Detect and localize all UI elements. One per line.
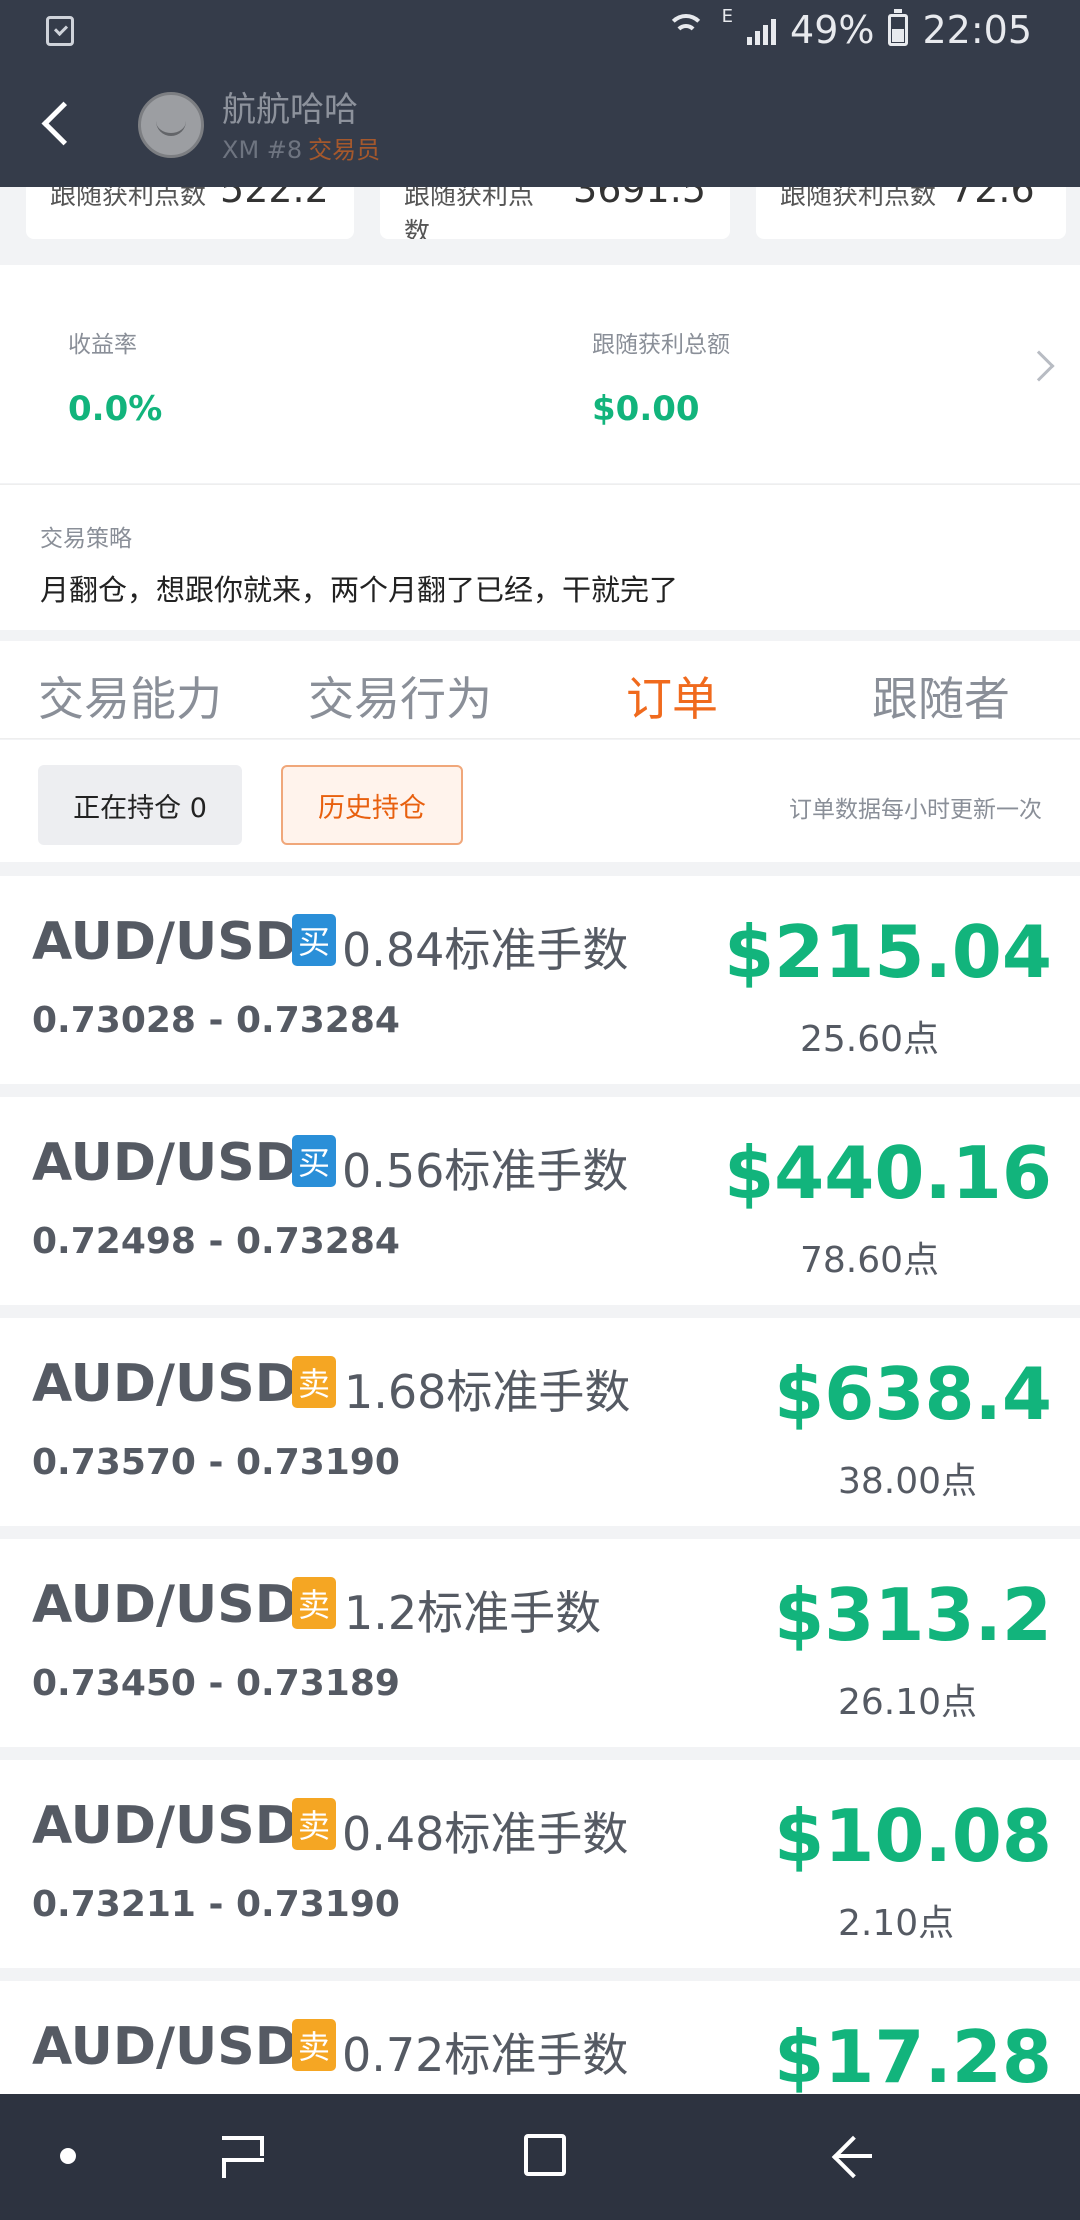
order-lots: 0.72标准手数 [342,2028,629,2082]
stat-value: 72.6 [950,187,1035,211]
order-lots: 0.84标准手数 [342,923,629,977]
buy-badge: 买 [292,914,336,966]
order-profit: $215.04 [724,910,1052,994]
recent-apps-icon[interactable] [222,2136,266,2178]
sell-badge: 卖 [292,2019,336,2071]
order-profit: $10.08 [774,1794,1052,1878]
order-points: 78.60点 [800,1240,940,1281]
stat-label: 跟随获利点数 [780,187,937,211]
order-pair: AUD/USD [32,1133,298,1193]
home-icon[interactable] [524,2134,566,2176]
order-price-range: 0.72498 - 0.73284 [32,1221,400,1262]
trader-meta: XM #8 交易员 [222,130,380,165]
tab-trading-ability[interactable]: 交易能力 [38,663,222,729]
trader-rank: XM #8 [222,136,303,164]
order-price-range: 0.73211 - 0.73190 [32,1884,400,1925]
order-points: 38.00点 [838,1461,978,1502]
trader-name: 航航哈哈 [222,90,358,130]
clock: 22:05 [922,8,1032,52]
stat-value: 522.2 [220,187,329,211]
top-bar: E 49% 22:05 航航哈哈 XM #8 交易员 [0,0,1080,187]
nav-back-icon[interactable] [830,2134,874,2178]
status-bar: E 49% 22:05 [0,0,1080,62]
history-positions-button[interactable]: 历史持仓 [281,765,463,845]
battery-percent: 49% [790,8,875,52]
wifi-icon [664,12,708,48]
buy-badge: 买 [292,1135,336,1187]
stat-card: 跟随获利点数 72.6 [756,187,1066,239]
order-row[interactable]: AUD/USD 买 0.56标准手数 0.72498 - 0.73284 $44… [0,1097,1080,1305]
nav-dot-icon[interactable] [60,2148,76,2164]
order-row[interactable]: AUD/USD 买 0.84标准手数 0.73028 - 0.73284 $21… [0,876,1080,1084]
return-rate-label: 收益率 [68,332,137,358]
stat-card: 跟随获利点数 522.2 [26,187,354,239]
order-pair: AUD/USD [32,1796,298,1856]
open-positions-button[interactable]: 正在持仓 0 [38,765,242,845]
order-pair: AUD/USD [32,912,298,972]
order-profit: $638.4 [774,1352,1052,1436]
order-row[interactable]: AUD/USD 卖 1.68标准手数 0.73570 - 0.73190 $63… [0,1318,1080,1526]
sell-badge: 卖 [292,1356,336,1408]
order-lots: 1.68标准手数 [344,1365,631,1419]
sell-badge: 卖 [292,1798,336,1850]
update-note: 订单数据每小时更新一次 [789,797,1042,823]
order-price-range: 0.73028 - 0.73284 [32,1000,400,1041]
trader-role: 交易员 [308,136,381,164]
tab-orders[interactable]: 订单 [626,663,718,729]
chevron-right-icon[interactable] [1023,350,1055,382]
task-check-icon [46,16,74,46]
trader-header: 航航哈哈 XM #8 交易员 [0,62,1080,187]
order-profit: $17.28 [774,2015,1052,2099]
stat-label: 跟随获利点数 [404,187,535,239]
order-lots: 0.48标准手数 [342,1807,629,1861]
tab-followers[interactable]: 跟随者 [872,663,1010,729]
strategy-label: 交易策略 [40,526,132,552]
order-row[interactable]: AUD/USD 卖 1.2标准手数 0.73450 - 0.73189 $313… [0,1539,1080,1747]
follow-profit-total-label: 跟随获利总额 [592,332,730,358]
battery-icon [888,9,909,46]
sell-badge: 卖 [292,1577,336,1629]
order-profit: $440.16 [724,1131,1052,1215]
stat-value: 3691.5 [573,187,706,211]
stat-card: 跟随获利点数 3691.5 [380,187,730,239]
avatar[interactable] [138,92,204,158]
order-price-range: 0.73570 - 0.73190 [32,1442,400,1483]
network-type: E [721,5,734,27]
system-nav-bar [0,2094,1080,2220]
status-icons: E 49% 22:05 [664,5,1032,52]
order-filters: 正在持仓 0 历史持仓 订单数据每小时更新一次 [0,740,1080,862]
order-points: 2.10点 [838,1903,955,1944]
back-arrow-icon[interactable] [38,102,78,142]
stat-cards: 跟随获利点数 522.2 跟随获利点数 3691.5 跟随获利点数 72.6 [0,187,1080,265]
follow-profit-total: 跟随获利总额 $0.00 [592,325,730,429]
order-row[interactable]: AUD/USD 卖 0.48标准手数 0.73211 - 0.73190 $10… [0,1760,1080,1968]
order-points: 26.10点 [838,1682,978,1723]
return-rate-value: 0.0% [68,389,163,429]
return-panel[interactable]: 收益率 0.0% 跟随获利总额 $0.00 [0,265,1080,483]
order-points: 25.60点 [800,1019,940,1060]
follow-profit-total-value: $0.00 [592,389,700,429]
signal-icon [747,15,777,45]
order-profit: $313.2 [774,1573,1052,1657]
order-price-range: 0.73450 - 0.73189 [32,1663,400,1704]
order-lots: 1.2标准手数 [344,1586,602,1640]
order-pair: AUD/USD [32,2017,298,2077]
order-lots: 0.56标准手数 [342,1144,629,1198]
strategy-text: 月翻仓，想跟你就来，两个月翻了已经，干就完了 [40,573,679,607]
strategy-section: 交易策略 月翻仓，想跟你就来，两个月翻了已经，干就完了 [0,484,1080,630]
return-rate: 收益率 0.0% [68,325,162,429]
stat-label: 跟随获利点数 [50,187,207,211]
order-pair: AUD/USD [32,1354,298,1414]
order-pair: AUD/USD [32,1575,298,1635]
tab-bar: 交易能力 交易行为 订单 跟随者 [0,641,1080,739]
tab-trading-behavior[interactable]: 交易行为 [308,663,492,729]
